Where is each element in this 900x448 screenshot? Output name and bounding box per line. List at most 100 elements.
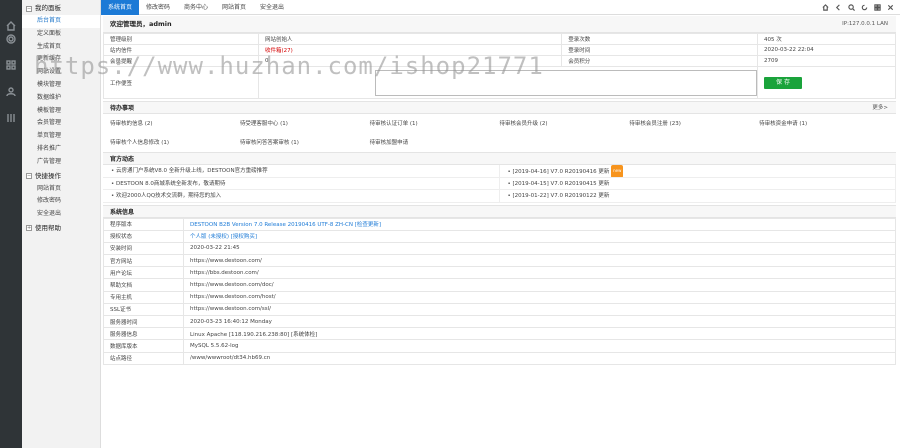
notes-textarea[interactable] xyxy=(375,69,757,96)
sys-value[interactable]: https://www.destoon.com/host/ xyxy=(183,290,896,304)
expand-icon[interactable]: + xyxy=(26,225,32,232)
table-row: 官方网站 https://www.destoon.com/ xyxy=(103,254,896,268)
todo-item[interactable]: 待审核会员注册 (23) xyxy=(629,119,759,133)
collapse-icon[interactable]: − xyxy=(26,173,32,180)
todo-item[interactable]: 待审核资金申请 (1) xyxy=(759,119,889,133)
icon-rail xyxy=(0,0,22,448)
todo-item[interactable]: 待受理客服中心 (1) xyxy=(240,119,370,133)
todo-item[interactable]: 待审核问答答案审核 (1) xyxy=(240,138,370,152)
sys-value[interactable]: https://www.destoon.com/doc/ xyxy=(183,278,896,292)
todo-header: 待办事项 更多> xyxy=(103,101,896,114)
tab-business-center[interactable]: 商务中心 xyxy=(177,0,215,15)
close-icon[interactable] xyxy=(886,3,894,11)
todo-item[interactable]: 待审核的信息 (2) xyxy=(110,119,240,133)
todo-item[interactable]: 待审核个人信息修改 (1) xyxy=(110,138,240,152)
sliders-icon[interactable] xyxy=(5,112,17,124)
table-row: 服务器时间 2020-03-23 16:40:12 Monday xyxy=(103,314,896,329)
sidebar-item-home[interactable]: 后台首页 xyxy=(22,15,100,28)
sidebar-group-label: 快捷操作 xyxy=(35,171,61,180)
todo-item[interactable]: 待审核认证订单 (1) xyxy=(370,119,500,133)
news-list: • 云房通门户系统V8.0 全新升级上线，DESTOON官方重磅推荐 • [20… xyxy=(103,165,896,203)
info-value: 0 xyxy=(257,55,563,67)
sys-value[interactable]: https://bbs.destoon.com/ xyxy=(183,266,896,280)
new-badge: new xyxy=(611,165,624,177)
table-row: 帮助文档 https://www.destoon.com/doc/ xyxy=(103,278,896,292)
info-value: 405 次 xyxy=(757,33,896,45)
sys-value[interactable]: 个人版 (未授权) [授权购买] xyxy=(183,229,896,243)
sidebar-item-logout[interactable]: 安全退出 xyxy=(22,208,100,221)
more-link[interactable]: 更多> xyxy=(872,102,888,115)
sys-value: Linux Apache [118.190.216.238:80] [系统体检] xyxy=(183,327,896,341)
inbox-link[interactable]: 收件箱(27) xyxy=(257,44,563,56)
grid-icon[interactable] xyxy=(5,59,17,71)
news-item[interactable]: • [2019-04-16] V7.0 R20190416 更新 new xyxy=(499,165,896,178)
sidebar-group-panel[interactable]: − 我的面板 xyxy=(22,2,100,15)
tab-change-password[interactable]: 修改密码 xyxy=(139,0,177,15)
info-value: 网站创始人 xyxy=(257,33,563,45)
sidebar-item-site-settings[interactable]: 网站设置 xyxy=(22,66,100,79)
sidebar-item-custom-panel[interactable]: 定义面板 xyxy=(22,28,100,41)
table-row: 站内信件 收件箱(27) 登录时间 2020-03-22 22:04 xyxy=(103,44,896,56)
sidebar-item-modules[interactable]: 模块管理 xyxy=(22,79,100,92)
tab-site-home[interactable]: 网站首页 xyxy=(215,0,253,15)
section-title: 官方动态 xyxy=(110,156,135,163)
app-root: − 我的面板 后台首页 定义面板 生成首页 更新缓存 网站设置 模块管理 数据维护… xyxy=(0,0,900,448)
welcome-text: 欢迎管理员，admin xyxy=(110,20,172,28)
section-title: 待办事项 xyxy=(110,105,135,112)
sys-key: 帮助文档 xyxy=(103,278,184,292)
news-header: 官方动态 xyxy=(103,152,896,165)
table-row: 用户论坛 https://bbs.destoon.com/ xyxy=(103,266,896,280)
welcome-bar: 欢迎管理员，admin IP:127.0.0.1 LAN xyxy=(103,16,896,33)
sidebar-item-ranking[interactable]: 排名推广 xyxy=(22,143,100,156)
sidebar-item-templates[interactable]: 模板管理 xyxy=(22,105,100,118)
news-item[interactable]: • 云房通门户系统V8.0 全新升级上线，DESTOON官方重磅推荐 xyxy=(103,165,500,178)
sidebar-item-pages[interactable]: 单页管理 xyxy=(22,130,100,143)
news-item[interactable]: • 欢迎2000人QQ技术交流群，期待您的加入 xyxy=(103,190,500,203)
collapse-icon[interactable]: − xyxy=(26,5,32,12)
tab-system-home[interactable]: 系统首页 xyxy=(101,0,139,15)
back-icon[interactable] xyxy=(834,3,842,11)
todo-item[interactable]: 待审核会员升级 (2) xyxy=(499,119,629,133)
todo-item[interactable]: 待审核加盟申请 xyxy=(370,138,500,152)
tab-logout[interactable]: 安全退出 xyxy=(253,0,291,15)
section-title: 系统信息 xyxy=(110,208,135,216)
sidebar-item-data[interactable]: 数据维护 xyxy=(22,92,100,105)
sidebar-group-help[interactable]: + 使用帮助 xyxy=(22,222,100,235)
sys-key: 用户论坛 xyxy=(103,266,184,280)
news-item[interactable]: • [2019-01-22] V7.0 R20190122 更新 xyxy=(499,190,896,203)
sidebar-item-build-home[interactable]: 生成首页 xyxy=(22,41,100,54)
table-row: 站点路径/www/wwwroot/dt34.hb69.cn xyxy=(103,351,896,365)
news-item[interactable]: • [2019-04-15] V7.0 R20190415 更新 xyxy=(499,177,896,190)
sys-value[interactable]: DESTOON B2B Version 7.0 Release 20190416… xyxy=(183,217,896,231)
sys-value: 2020-03-23 16:40:12 Monday xyxy=(183,314,896,329)
table-row: 工作便签 保 存 xyxy=(103,66,896,99)
table-row: 安装时间 2020-03-22 21:45 xyxy=(103,241,896,256)
grid-icon[interactable] xyxy=(873,3,881,11)
news-text: • [2019-04-16] V7.0 R20190416 更新 xyxy=(507,168,610,175)
news-item[interactable]: • DESTOON 8.0商城系统全新发布，敬请期待 xyxy=(103,177,500,190)
sidebar-group-label: 使用帮助 xyxy=(35,223,61,232)
sidebar-group-shortcuts[interactable]: − 快捷操作 xyxy=(22,170,100,183)
user-icon[interactable] xyxy=(5,86,17,98)
top-icons xyxy=(821,3,894,11)
table-row: 程序版本 DESTOON B2B Version 7.0 Release 2019… xyxy=(103,217,896,231)
sys-value[interactable]: https://www.destoon.com/ssl/ xyxy=(183,302,896,317)
sidebar-item-ads[interactable]: 广告管理 xyxy=(22,156,100,169)
info-key: 会员提醒 xyxy=(103,55,259,67)
sys-value: /www/wwwroot/dt34.hb69.cn xyxy=(183,351,896,365)
sidebar-item-update-cache[interactable]: 更新缓存 xyxy=(22,53,100,66)
gear-icon[interactable] xyxy=(5,33,17,45)
refresh-icon[interactable] xyxy=(860,3,868,11)
sidebar-item-change-password[interactable]: 修改密码 xyxy=(22,195,100,208)
notes-cell xyxy=(258,66,758,99)
sys-key: 数据库版本 xyxy=(103,339,184,353)
home-icon[interactable] xyxy=(821,3,829,11)
sys-value[interactable]: https://www.destoon.com/ xyxy=(183,254,896,268)
home-icon[interactable] xyxy=(5,20,17,32)
save-button[interactable]: 保 存 xyxy=(764,76,802,89)
sidebar-item-members[interactable]: 会员管理 xyxy=(22,117,100,130)
info-key: 登录次数 xyxy=(561,33,758,45)
sidebar-item-site-home[interactable]: 网站首页 xyxy=(22,183,100,196)
search-icon[interactable] xyxy=(847,3,855,11)
info-key: 站内信件 xyxy=(103,44,259,56)
